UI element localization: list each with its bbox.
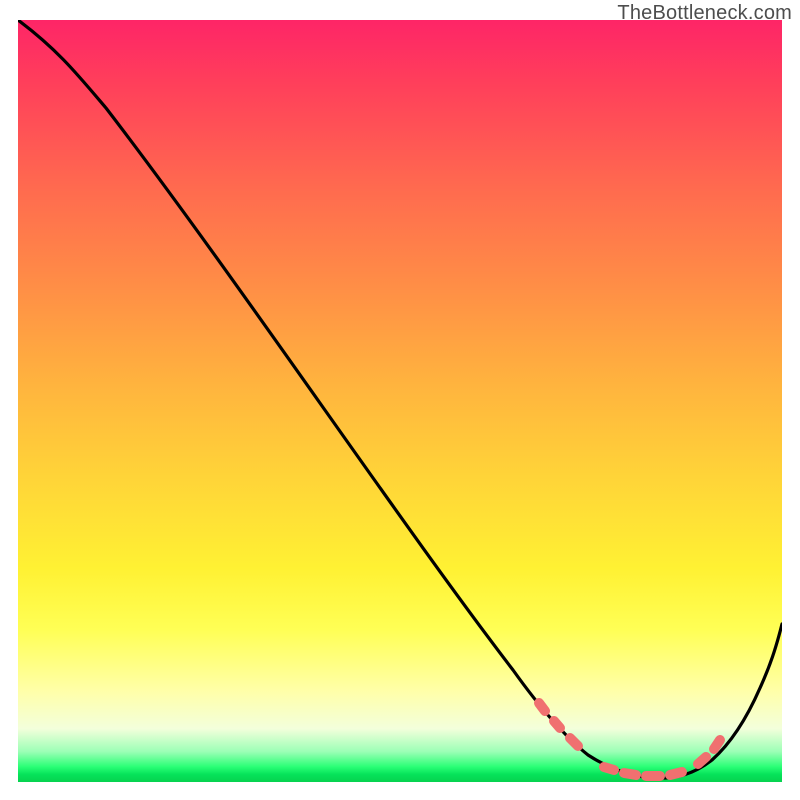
chart-canvas: TheBottleneck.com <box>0 0 800 800</box>
bottleneck-curve-path <box>18 20 782 778</box>
optimal-region-markers <box>539 703 720 776</box>
chart-svg <box>18 20 782 782</box>
watermark-text: TheBottleneck.com <box>617 2 792 25</box>
